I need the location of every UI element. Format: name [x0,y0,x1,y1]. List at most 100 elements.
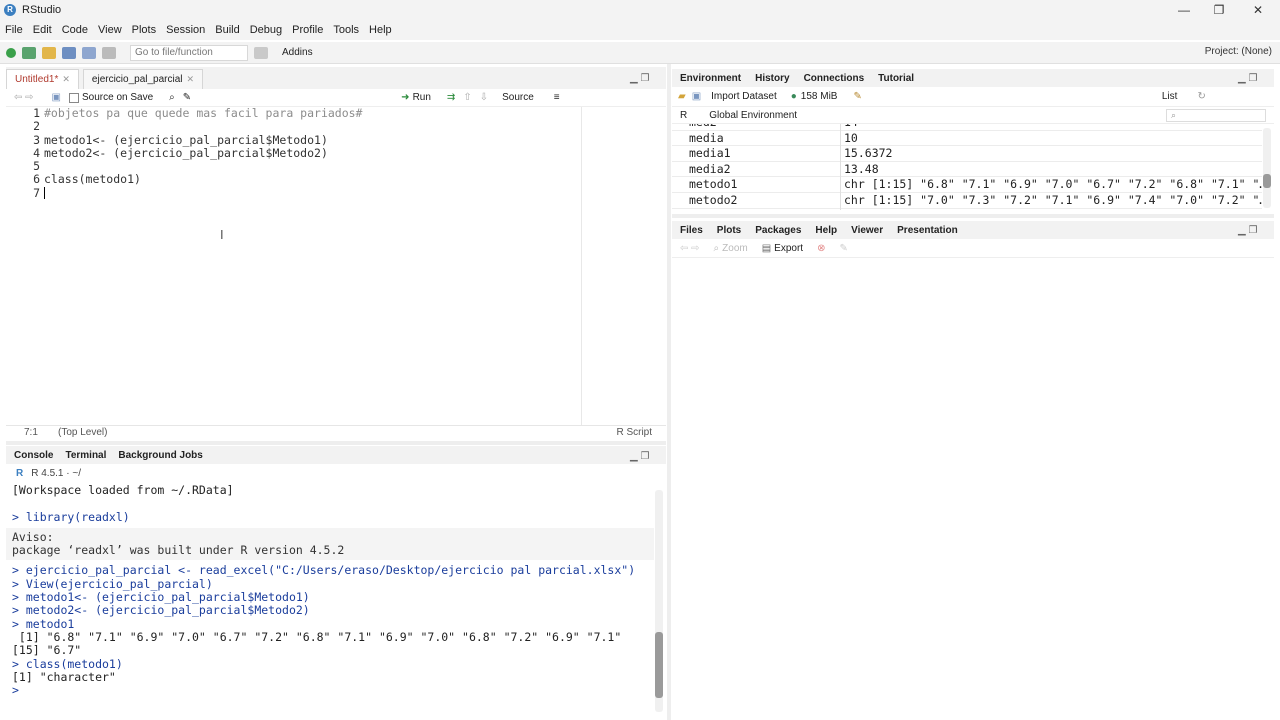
table-row[interactable]: metodo1 chr [1:15] "6.8" "7.1" "6.9" "7.… [672,177,1262,193]
table-row[interactable]: metodo2 chr [1:15] "7.0" "7.3" "7.2" "7.… [672,193,1262,209]
save-icon[interactable] [62,46,76,59]
go-to-file-input[interactable]: Go to file/function [130,44,248,61]
remove-plot-icon[interactable]: ⊗ [817,243,825,254]
load-workspace-icon[interactable]: ▰ [678,91,686,102]
menu-view[interactable]: View [98,24,122,36]
environment-search-input[interactable]: ⌕ [1166,109,1266,122]
back-icon[interactable]: ⇦ ⇨ [14,92,34,103]
tab-tutorial[interactable]: Tutorial [878,73,914,84]
tab-terminal[interactable]: Terminal [65,450,106,461]
vertical-splitter[interactable] [667,64,671,720]
tab-packages[interactable]: Packages [755,225,801,236]
language-selector[interactable]: R [680,110,687,121]
export-button[interactable]: Export [774,243,803,254]
pane-layout-icon[interactable] [254,46,268,59]
console-scroll-thumb[interactable] [655,632,663,698]
source-on-save-checkbox[interactable] [69,92,79,103]
console-output[interactable]: [Workspace loaded from ~/.RData] > libra… [6,483,654,714]
clear-broom-icon[interactable]: ✎ [853,91,861,102]
menu-profile[interactable]: Profile [292,24,323,36]
table-row[interactable]: media 10 [672,131,1262,147]
menu-file[interactable]: File [5,24,23,36]
tab-presentation[interactable]: Presentation [897,225,958,236]
down-icon[interactable]: ⇩ [480,92,488,103]
menu-build[interactable]: Build [215,24,239,36]
import-dataset-button[interactable]: Import Dataset [711,91,777,102]
horizontal-splitter[interactable] [672,214,1274,218]
file-type-selector[interactable]: R Script [616,427,652,438]
code-line-cursor[interactable] [44,187,363,200]
refresh-icon[interactable]: ↻ [1197,91,1205,102]
new-project-icon[interactable] [22,46,36,59]
code-lines[interactable]: #objetos pa que quede mas facil para par… [44,106,363,200]
close-tab-icon[interactable]: ✕ [187,74,195,85]
environment-scroll-thumb[interactable] [1263,174,1271,188]
addins-menu[interactable]: Addins [282,47,313,58]
code-line[interactable]: metodo1<- (ejercicio_pal_parcial$Metodo1… [44,133,363,147]
table-row[interactable]: med2 14 [672,124,1262,131]
minimize-pane-icon[interactable]: ▁ ❐ [1238,73,1257,84]
memory-usage[interactable]: 158 MiB [801,91,838,102]
new-file-icon[interactable] [6,47,16,58]
code-editor[interactable]: 1 2 3 4 5 6 7 #objetos pa que quede mas … [6,106,666,425]
plot-area [672,258,1274,714]
minimize-button[interactable]: — [1164,0,1204,20]
menu-help[interactable]: Help [369,24,392,36]
code-line[interactable]: #objetos pa que quede mas facil para par… [44,106,363,120]
code-line[interactable] [44,120,363,133]
clear-plots-icon[interactable]: ✎ [839,243,847,254]
horizontal-splitter[interactable] [6,441,666,445]
tab-plots[interactable]: Plots [717,225,741,236]
project-menu[interactable]: Project: (None) [1205,46,1272,57]
menu-code[interactable]: Code [62,24,88,36]
tab-background-jobs[interactable]: Background Jobs [118,450,202,461]
back-icon[interactable]: ⇦ ⇨ [680,243,700,254]
tab-console[interactable]: Console [14,450,53,461]
code-line[interactable]: class(metodo1) [44,173,363,187]
table-row[interactable]: media2 13.48 [672,162,1262,178]
console-prompt[interactable]: > [6,683,654,697]
code-tools-icon[interactable]: ✎ [183,92,191,103]
tab-untitled1[interactable]: Untitled1* ✕ [6,69,79,89]
tab-viewer[interactable]: Viewer [851,225,883,236]
restore-button[interactable]: ❐ [1199,0,1239,20]
scope-selector[interactable]: (Top Level) [58,427,107,438]
tab-files[interactable]: Files [680,225,703,236]
source-button[interactable]: Source [502,92,534,103]
menu-session[interactable]: Session [166,24,205,36]
tab-help[interactable]: Help [815,225,837,236]
print-icon[interactable] [102,46,116,59]
up-icon[interactable]: ⇧ [463,92,471,103]
tab-environment[interactable]: Environment [680,73,741,84]
menu-edit[interactable]: Edit [33,24,52,36]
environment-scrollbar[interactable] [1263,128,1271,208]
run-button[interactable]: Run [413,92,431,103]
console-line: > metodo2<- (ejercicio_pal_parcial$Metod… [12,603,310,618]
search-icon[interactable]: ⌕ [169,92,175,103]
rerun-icon[interactable]: ⇉ [447,92,455,103]
global-environment-selector[interactable]: Global Environment [709,110,797,121]
outline-icon[interactable]: ≡ [554,92,560,103]
minimize-pane-icon[interactable]: ▁ ❐ [630,451,649,462]
minimize-pane-icon[interactable]: ▁ ❐ [630,73,649,84]
zoom-button[interactable]: Zoom [722,243,748,254]
code-line[interactable] [44,160,363,173]
environment-tab-bar: Environment History Connections Tutorial [672,69,1274,87]
save-all-icon[interactable] [82,46,96,59]
close-button[interactable]: ✕ [1238,0,1278,20]
table-row[interactable]: media1 15.6372 [672,146,1262,162]
save-workspace-icon[interactable]: ▣ [692,91,701,102]
menu-tools[interactable]: Tools [333,24,359,36]
view-mode-selector[interactable]: List [1162,91,1178,102]
open-file-icon[interactable] [42,46,56,59]
window-title: RStudio [22,4,62,16]
save-icon[interactable]: ▣ [52,92,61,103]
code-line[interactable]: metodo2<- (ejercicio_pal_parcial$Metodo2… [44,146,363,160]
tab-ejercicio-pal-parcial[interactable]: ejercicio_pal_parcial ✕ [82,69,204,89]
minimize-pane-icon[interactable]: ▁ ❐ [1238,225,1257,236]
menu-debug[interactable]: Debug [250,24,282,36]
tab-connections[interactable]: Connections [804,73,865,84]
tab-history[interactable]: History [755,73,789,84]
menu-plots[interactable]: Plots [132,24,156,36]
close-tab-icon[interactable]: ✕ [62,74,70,85]
